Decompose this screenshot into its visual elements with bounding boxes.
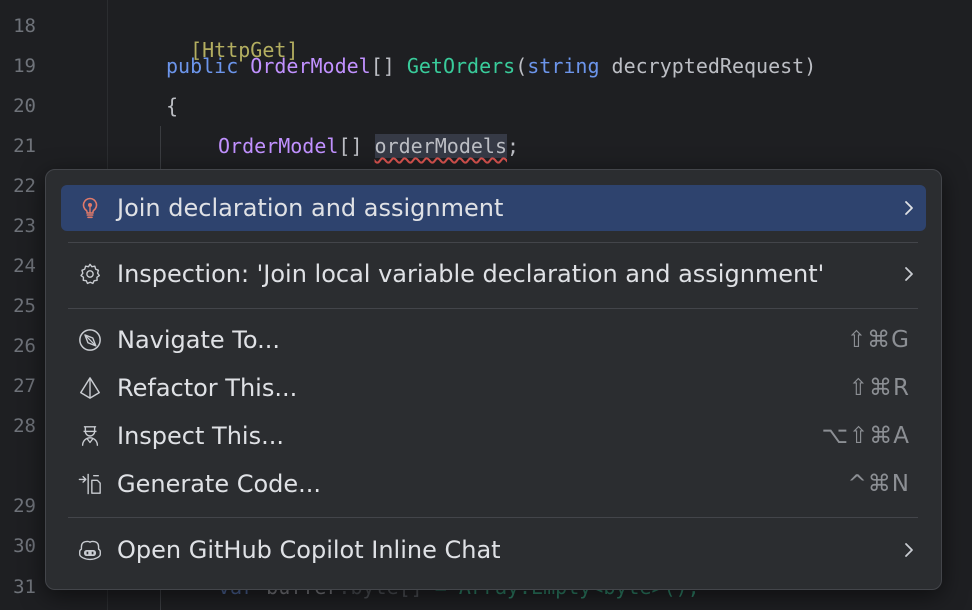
chevron-right-icon: [900, 262, 918, 286]
gear-icon: [78, 262, 102, 286]
menu-item-label: Join declaration and assignment: [117, 194, 504, 222]
menu-item-label: Generate Code...: [117, 470, 322, 498]
brace-token: {: [166, 94, 179, 118]
menu-item-inspect-this[interactable]: Inspect This... ⌥⇧⌘A: [61, 413, 926, 459]
context-actions-popup: Join declaration and assignment Inspecti…: [45, 169, 942, 590]
variable-token-with-warning[interactable]: orderModels: [374, 134, 507, 158]
line-number: 22: [13, 175, 36, 197]
menu-item-copilot-inline-chat[interactable]: Open GitHub Copilot Inline Chat: [61, 527, 926, 573]
menu-item-label: Inspection: 'Join local variable declara…: [117, 260, 825, 288]
menu-separator: [68, 242, 918, 243]
lightbulb-icon: [78, 196, 102, 220]
menu-item-label: Navigate To...: [117, 326, 281, 354]
line-number: 25: [13, 295, 36, 317]
menu-item-inspection[interactable]: Inspection: 'Join local variable declara…: [61, 251, 926, 297]
line-number: 28: [13, 415, 36, 437]
chevron-right-icon: [900, 196, 918, 220]
type-token: OrderModel: [250, 54, 371, 78]
line-number: 29: [13, 495, 36, 517]
menu-item-label: Open GitHub Copilot Inline Chat: [117, 536, 501, 564]
menu-item-generate-code[interactable]: Generate Code... ^⌘N: [61, 461, 926, 507]
line-number: 31: [13, 576, 36, 598]
copilot-icon: [78, 538, 102, 562]
inspector-icon: [78, 424, 102, 448]
compass-icon: [78, 328, 102, 352]
keyboard-shortcut: ⇧⌘R: [848, 375, 910, 401]
menu-item-navigate-to[interactable]: Navigate To... ⇧⌘G: [61, 317, 926, 363]
brackets-token: []: [338, 134, 375, 158]
code-line-21[interactable]: OrderModel[] orderModels;: [218, 134, 519, 158]
code-line-20[interactable]: {: [166, 94, 178, 118]
semicolon-token: ;: [507, 134, 520, 158]
menu-item-label: Refactor This...: [117, 374, 298, 402]
menu-separator: [68, 517, 918, 518]
menu-item-refactor-this[interactable]: Refactor This... ⇧⌘R: [61, 365, 926, 411]
line-number: 18: [13, 15, 36, 37]
menu-separator: [68, 308, 918, 309]
line-number: 30: [13, 535, 36, 557]
parameter-token: decryptedRequest): [599, 54, 817, 78]
brackets-token: []: [370, 54, 407, 78]
line-number: 24: [13, 255, 36, 277]
method-name-token: GetOrders: [406, 54, 516, 78]
paren-token: (: [515, 54, 528, 78]
code-line-19[interactable]: public OrderModel[] GetOrders(string dec…: [166, 54, 816, 78]
keyword-token: string: [527, 54, 600, 78]
line-number: 27: [13, 375, 36, 397]
keyboard-shortcut: ⌥⇧⌘A: [821, 423, 910, 449]
line-number: 20: [13, 95, 36, 117]
keyword-token: public: [166, 54, 239, 78]
keyboard-shortcut: ⇧⌘G: [846, 327, 910, 353]
line-number: 21: [13, 135, 36, 157]
menu-item-label: Inspect This...: [117, 422, 284, 450]
generate-code-icon: [78, 472, 102, 496]
chevron-right-icon: [900, 538, 918, 562]
line-number: 23: [13, 215, 36, 237]
line-number: 26: [13, 335, 36, 357]
menu-item-join-declaration[interactable]: Join declaration and assignment: [61, 185, 926, 231]
line-number: 19: [13, 55, 36, 77]
prism-icon: [78, 376, 102, 400]
keyboard-shortcut: ^⌘N: [847, 471, 910, 497]
type-token: OrderModel: [218, 134, 339, 158]
